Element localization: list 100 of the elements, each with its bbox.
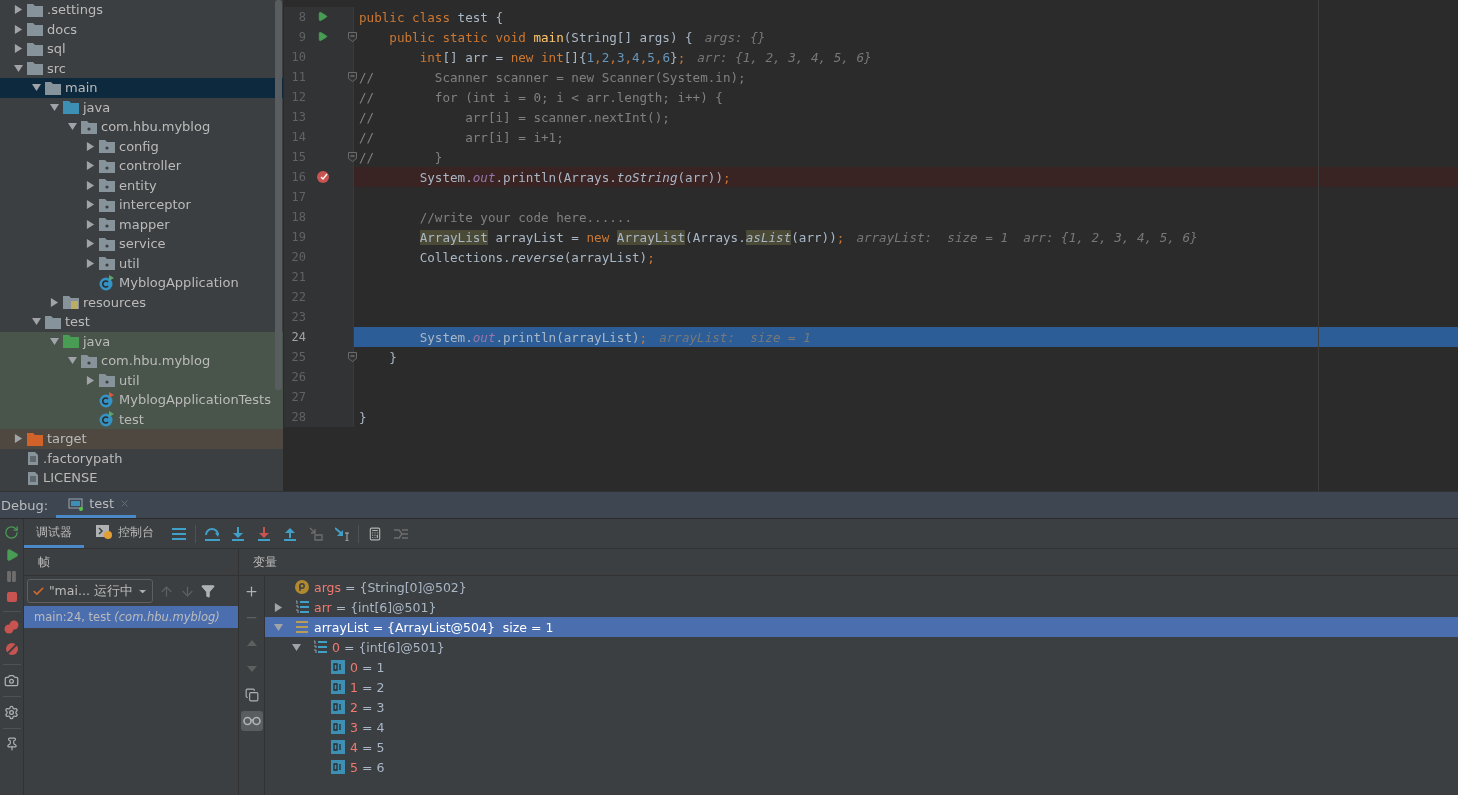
variable-row[interactable]: 5 = 6	[265, 757, 1458, 777]
expanded-arrow-icon[interactable]	[13, 63, 23, 73]
collapsed-arrow-icon[interactable]	[13, 434, 23, 444]
step-over-icon[interactable]	[204, 526, 220, 541]
trace-icon[interactable]	[394, 527, 408, 540]
expanded-arrow-icon[interactable]	[31, 317, 41, 327]
breakpoint-icon[interactable]	[317, 171, 329, 183]
collapsed-arrow-icon[interactable]	[85, 200, 95, 210]
calculator-icon[interactable]	[368, 526, 382, 541]
tree-item[interactable]: com.hbu.myblog	[101, 119, 211, 135]
filter-icon[interactable]	[201, 584, 215, 598]
expanded-arrow-icon[interactable]	[291, 642, 301, 652]
tree-item[interactable]: .factorypath	[43, 450, 123, 466]
variable-row[interactable]: 0 = 1	[265, 657, 1458, 677]
tree-item[interactable]: mapper	[119, 216, 170, 232]
tree-item[interactable]: util	[119, 255, 140, 271]
expanded-arrow-icon[interactable]	[67, 122, 77, 132]
glasses-icon[interactable]	[242, 716, 261, 726]
mute-breakpoints-icon[interactable]	[4, 642, 19, 656]
package-icon	[99, 373, 115, 388]
collapsed-arrow-icon[interactable]	[85, 239, 95, 249]
tree-item[interactable]: src	[47, 60, 66, 76]
variable-name: 1	[350, 679, 358, 695]
tree-item[interactable]: util	[119, 372, 140, 388]
console-icon	[96, 525, 112, 539]
debug-tab[interactable]: 调试器	[24, 519, 84, 548]
step-into-icon[interactable]	[231, 526, 245, 541]
thread-dropdown[interactable]: "mai... 运行中	[27, 579, 153, 603]
pause-icon[interactable]	[5, 570, 18, 583]
tree-item[interactable]: docs	[47, 21, 78, 37]
tree-item[interactable]: test	[119, 411, 144, 427]
tree-item[interactable]: java	[83, 99, 111, 115]
tree-item[interactable]: service	[119, 236, 166, 252]
code-line: int[] arr = new int[]{1,2,3,4,5,6}; arr: {1, 2, 3, 4, 5, 6}	[418, 48, 873, 67]
session-tab[interactable]: test	[56, 492, 137, 518]
expanded-arrow-icon[interactable]	[49, 336, 59, 346]
expanded-arrow-icon[interactable]	[67, 356, 77, 366]
camera-icon[interactable]	[4, 673, 19, 688]
fold-icon[interactable]	[348, 72, 357, 82]
tree-item[interactable]: resources	[83, 294, 146, 310]
variable-row[interactable]: 4 = 5	[265, 737, 1458, 757]
tree-item[interactable]: entity	[119, 177, 157, 193]
debug-tab[interactable]: 控制台	[84, 519, 166, 548]
tree-item[interactable]: main	[65, 80, 98, 96]
collapsed-arrow-icon[interactable]	[273, 602, 283, 612]
menu-icon[interactable]	[172, 527, 186, 540]
expanded-arrow-icon[interactable]	[31, 83, 41, 93]
step-out-icon[interactable]	[283, 526, 297, 541]
collapsed-arrow-icon[interactable]	[85, 141, 95, 151]
copy-icon[interactable]	[244, 688, 259, 702]
tree-item[interactable]: LICENSE	[43, 470, 98, 486]
package-icon	[99, 217, 115, 232]
variable-row[interactable]: 2 = 3	[265, 697, 1458, 717]
run-icon[interactable]	[317, 31, 328, 42]
variable-row[interactable]: arrayList = {ArrayList@504} size = 1	[265, 617, 1458, 637]
collapsed-arrow-icon[interactable]	[85, 161, 95, 171]
tree-item[interactable]: .settings	[47, 2, 103, 18]
resume-icon[interactable]	[4, 548, 19, 562]
fold-icon[interactable]	[348, 352, 357, 362]
breakpoints-icon[interactable]	[4, 620, 19, 634]
variable-row[interactable]: 0 = {int[6]@501}	[265, 637, 1458, 657]
fold-icon[interactable]	[348, 32, 357, 42]
fold-icon[interactable]	[348, 152, 357, 162]
scrollbar-thumb[interactable]	[275, 0, 282, 390]
variable-row[interactable]: 1 = 2	[265, 677, 1458, 697]
tree-item[interactable]: interceptor	[119, 197, 191, 213]
collapsed-arrow-icon[interactable]	[13, 24, 23, 34]
collapsed-arrow-icon[interactable]	[13, 44, 23, 54]
tree-item[interactable]: sql	[47, 41, 66, 57]
run-icon[interactable]	[317, 11, 328, 22]
collapsed-arrow-icon[interactable]	[49, 297, 59, 307]
variable-row[interactable]: 3 = 4	[265, 717, 1458, 737]
tree-item[interactable]: MyblogApplication	[119, 275, 239, 291]
variable-row[interactable]: args = {String[0]@502}	[265, 577, 1458, 597]
run-to-cursor-icon[interactable]	[334, 526, 350, 541]
rerun-icon[interactable]	[4, 525, 19, 540]
variable-value: = {int[6]@501}	[343, 639, 445, 655]
expanded-arrow-icon[interactable]	[49, 102, 59, 112]
stop-icon[interactable]	[5, 591, 18, 603]
drop-frame-icon[interactable]	[309, 526, 323, 541]
variable-value: = {ArrayList@504} size = 1	[372, 619, 554, 635]
variable-row[interactable]: arr = {int[6]@501}	[265, 597, 1458, 617]
folder-icon	[45, 80, 61, 95]
settings-icon[interactable]	[4, 705, 19, 720]
file-icon	[27, 451, 39, 466]
collapsed-arrow-icon[interactable]	[85, 180, 95, 190]
pin-icon[interactable]	[4, 737, 19, 751]
collapsed-arrow-icon[interactable]	[85, 219, 95, 229]
tree-item[interactable]: test	[65, 314, 90, 330]
force-step-into-icon[interactable]	[257, 526, 271, 541]
variable-name: 0	[332, 639, 340, 655]
tree-item[interactable]: java	[83, 333, 111, 349]
tree-item[interactable]: target	[47, 431, 87, 447]
code-line: // }	[358, 148, 444, 167]
collapsed-arrow-icon[interactable]	[85, 375, 95, 385]
tree-item[interactable]: controller	[119, 158, 182, 174]
tree-item[interactable]: config	[119, 138, 159, 154]
collapsed-arrow-icon[interactable]	[13, 5, 23, 15]
plus-icon[interactable]	[244, 583, 259, 599]
collapsed-arrow-icon[interactable]	[85, 258, 95, 268]
